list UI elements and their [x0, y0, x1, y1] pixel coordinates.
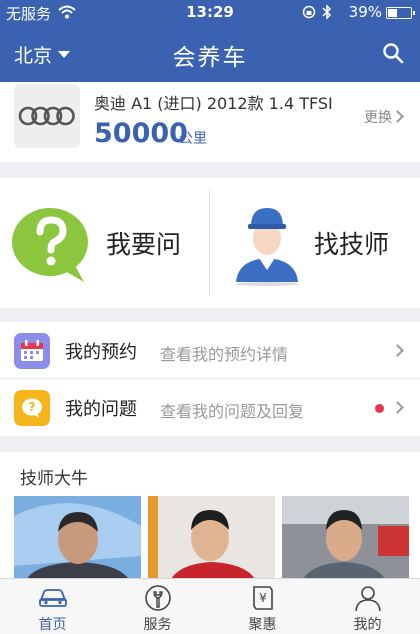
audi-rings-logo — [14, 84, 80, 148]
svg-text:¥: ¥ — [259, 591, 267, 605]
coupon-icon: ¥ — [253, 586, 273, 610]
tab-bar: 首页 服务 ¥ 聚惠 我的 — [0, 578, 420, 634]
question-bubble-icon — [12, 208, 88, 282]
ask-question-button[interactable]: 我要问 — [0, 178, 210, 308]
find-mechanic-label: 找技师 — [314, 230, 390, 259]
question-chat-icon: ? — [14, 390, 50, 426]
list-item-questions[interactable]: ? 我的问题 查看我的问题及回复 — [0, 379, 420, 436]
tab-profile[interactable]: 我的 — [315, 579, 420, 634]
expert-photo[interactable] — [148, 496, 275, 582]
battery-icon — [386, 7, 415, 19]
expert-photo[interactable] — [282, 496, 409, 582]
svg-text:?: ? — [29, 400, 36, 414]
find-mechanic-button[interactable]: 找技师 — [210, 178, 420, 308]
search-icon[interactable] — [382, 42, 404, 64]
wrench-icon — [145, 585, 171, 611]
chevron-right-icon — [391, 401, 404, 414]
list-item-appointments[interactable]: 我的预约 查看我的预约详情 — [0, 322, 420, 379]
tab-service[interactable]: 服务 — [105, 579, 210, 634]
list-item-title: 我的问题 — [65, 399, 137, 420]
mileage-unit: 公里 — [179, 131, 207, 147]
car-icon — [39, 589, 67, 607]
car-mileage: 50000 — [94, 118, 188, 149]
tab-home[interactable]: 首页 — [0, 579, 105, 634]
car-card[interactable]: 奥迪 A1 (进口) 2012款 1.4 TFSI 50000 公里 更换 — [0, 82, 420, 162]
list-item-title: 我的预约 — [65, 342, 137, 363]
tab-label: 服务 — [143, 617, 172, 633]
tab-label: 聚惠 — [248, 617, 277, 633]
ask-question-label: 我要问 — [106, 230, 182, 259]
calendar-icon — [14, 333, 50, 369]
expert-photo[interactable] — [14, 496, 141, 582]
nav-bar: 北京 会养车 — [0, 26, 420, 82]
experts-section: 技师大牛 — [0, 452, 420, 582]
unread-badge — [375, 404, 384, 413]
tab-label: 我的 — [353, 617, 382, 633]
menu-list: 我的预约 查看我的预约详情 ? 我的问题 查看我的问题及回复 — [0, 322, 420, 436]
bluetooth-icon — [322, 4, 332, 20]
car-model: 奥迪 A1 (进口) 2012款 1.4 TFSI — [94, 94, 333, 113]
chevron-right-icon — [391, 110, 404, 123]
status-bar: 无服务 13:29 39% — [0, 0, 420, 26]
action-panel: 我要问 找技师 — [0, 178, 420, 308]
page-title: 会养车 — [172, 45, 248, 71]
list-item-subtitle: 查看我的预约详情 — [160, 345, 289, 364]
section-title: 技师大牛 — [20, 469, 88, 489]
tab-deals[interactable]: ¥ 聚惠 — [210, 579, 315, 634]
chevron-right-icon — [391, 344, 404, 357]
battery-percent: 39% — [348, 3, 382, 21]
rotation-lock-icon — [302, 5, 316, 19]
list-item-subtitle: 查看我的问题及回复 — [160, 402, 305, 421]
mechanic-icon — [235, 208, 299, 286]
change-car-button[interactable]: 更换 — [364, 107, 392, 127]
user-icon — [355, 586, 381, 612]
tab-label: 首页 — [38, 617, 67, 633]
